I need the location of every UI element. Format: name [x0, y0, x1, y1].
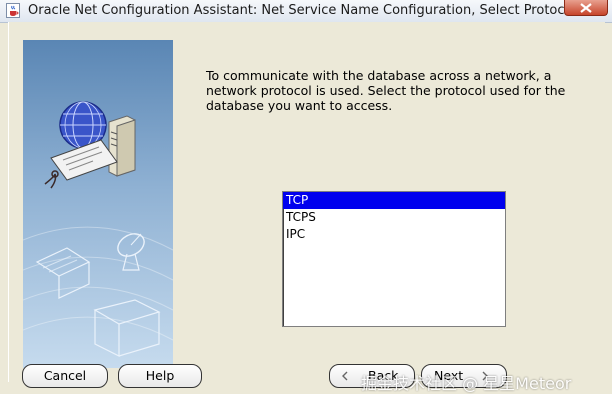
- watermark: 掘金技术社区 @ 星星Meteor: [361, 374, 572, 393]
- java-cup-icon: [6, 3, 20, 18]
- folder-icon: [93, 299, 161, 357]
- protocol-option-ipc[interactable]: IPC: [283, 226, 505, 243]
- assistant-window: Oracle Net Configuration Assistant: Net …: [0, 0, 612, 393]
- title-bar[interactable]: Oracle Net Configuration Assistant: Net …: [0, 0, 612, 23]
- protocol-option-tcps[interactable]: TCPS: [283, 209, 505, 226]
- close-button[interactable]: [564, 0, 608, 16]
- wizard-body: To communicate with the database across …: [8, 22, 605, 393]
- wizard-illustration: [23, 40, 173, 368]
- server-icon: [108, 115, 136, 177]
- protocol-list[interactable]: TCP TCPS IPC: [282, 191, 506, 327]
- laptop-icon: [35, 247, 91, 299]
- address-card-icon: [44, 139, 118, 189]
- instruction-text: To communicate with the database across …: [206, 68, 566, 113]
- window-title: Oracle Net Configuration Assistant: Net …: [28, 3, 583, 18]
- satellite-dish-icon: [117, 233, 145, 271]
- chevron-left-icon: [342, 371, 348, 381]
- protocol-option-tcp[interactable]: TCP: [283, 192, 505, 209]
- close-icon: [580, 3, 592, 13]
- help-button[interactable]: Help: [118, 364, 202, 388]
- cancel-button[interactable]: Cancel: [22, 364, 108, 388]
